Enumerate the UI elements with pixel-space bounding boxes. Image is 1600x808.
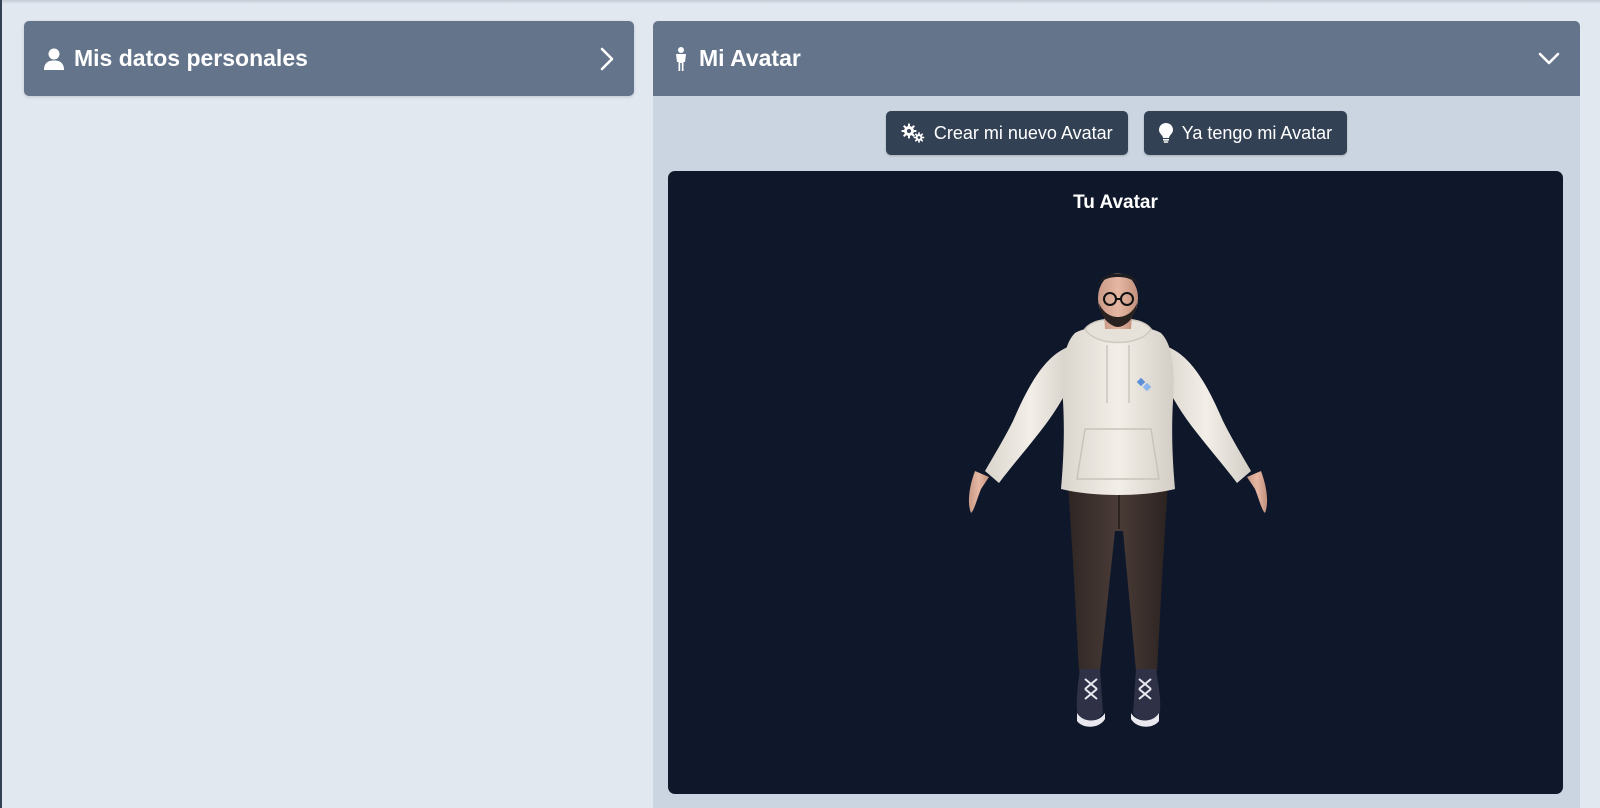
user-icon	[44, 48, 64, 70]
existing-avatar-button[interactable]: Ya tengo mi Avatar	[1143, 111, 1348, 155]
person-standing-icon	[673, 46, 689, 71]
avatar-3d-model[interactable]	[963, 261, 1273, 761]
avatar-viewer[interactable]: Tu Avatar	[668, 171, 1563, 794]
create-avatar-label: Crear mi nuevo Avatar	[933, 122, 1113, 143]
avatar-section: Mi Avatar Crear mi nuevo Avatar Ya tengo…	[653, 21, 1580, 808]
lightbulb-icon	[1158, 123, 1173, 143]
avatar-header[interactable]: Mi Avatar	[653, 21, 1580, 96]
chevron-down-icon[interactable]	[1538, 52, 1560, 66]
avatar-viewer-title: Tu Avatar	[1073, 192, 1158, 213]
top-shadow	[2, 0, 1600, 4]
create-avatar-button[interactable]: Crear mi nuevo Avatar	[885, 111, 1128, 155]
avatar-actions: Crear mi nuevo Avatar Ya tengo mi Avatar	[653, 111, 1580, 155]
gears-icon	[901, 123, 925, 143]
personal-data-header[interactable]: Mis datos personales	[24, 21, 634, 96]
avatar-section-title: Mi Avatar	[699, 45, 801, 71]
chevron-right-icon[interactable]	[600, 47, 614, 71]
existing-avatar-label: Ya tengo mi Avatar	[1181, 122, 1333, 143]
personal-data-title: Mis datos personales	[74, 45, 308, 71]
